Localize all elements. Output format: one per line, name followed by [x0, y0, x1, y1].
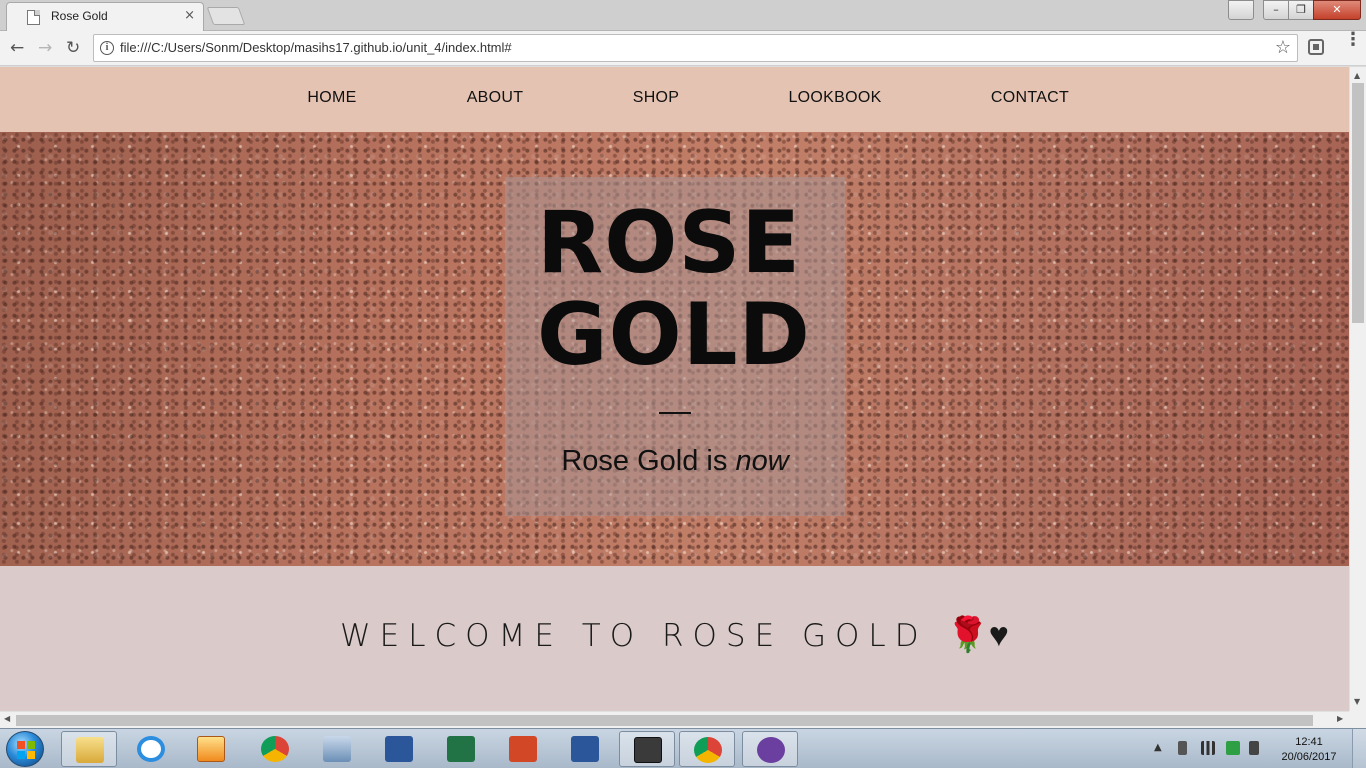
new-tab-button[interactable] — [206, 7, 246, 25]
hero-tagline-emphasis: now — [735, 445, 789, 477]
taskbar: ▲ 12:41 20/06/2017 — [0, 728, 1366, 768]
taskbar-word-2[interactable] — [557, 731, 613, 767]
taskbar-powerpoint[interactable] — [495, 731, 551, 767]
taskbar-file-explorer[interactable] — [61, 731, 117, 767]
nav-shop-link[interactable]: SHOP — [633, 89, 680, 107]
show-desktop-button[interactable] — [1352, 729, 1366, 768]
extension-icon[interactable] — [1308, 39, 1324, 55]
reload-icon[interactable]: ↻ — [66, 38, 80, 58]
show-hidden-icons-icon[interactable]: ▲ — [1154, 742, 1162, 753]
url-text[interactable]: file:///C:/Users/Sonm/Desktop/masihs17.g… — [120, 40, 512, 55]
hero-tagline-main: Rose Gold is — [561, 445, 736, 477]
excel-icon — [447, 736, 475, 762]
file-explorer-icon — [76, 737, 104, 763]
word-icon — [385, 736, 413, 762]
site-navigation: HOME ABOUT SHOP LOOKBOOK CONTACT — [0, 67, 1349, 132]
close-tab-icon[interactable]: × — [184, 8, 195, 23]
back-arrow-icon[interactable]: ← — [10, 38, 24, 58]
system-clock[interactable]: 12:41 20/06/2017 — [1276, 735, 1342, 765]
hero-card: ROSE GOLD Rose Gold is now — [505, 177, 845, 516]
tab-title: Rose Gold — [51, 9, 108, 23]
powerpoint-icon — [509, 736, 537, 762]
tab-rose-gold[interactable]: Rose Gold × — [6, 2, 204, 31]
minimize-button[interactable]: – — [1263, 0, 1289, 20]
battery-icon[interactable] — [1178, 741, 1187, 755]
vertical-scrollbar[interactable]: ▲ ▼ — [1349, 67, 1366, 711]
welcome-heading: WELCOME TO ROSE GOLD 🌹♥ — [0, 615, 1349, 655]
media-player-icon — [197, 736, 225, 762]
scroll-down-icon[interactable]: ▼ — [1354, 697, 1360, 706]
taskbar-sublime-text[interactable] — [619, 731, 675, 767]
taskbar-network-app[interactable] — [309, 731, 365, 767]
hero-title-line-2: GOLD — [537, 285, 811, 385]
chrome-icon — [261, 736, 289, 762]
maximize-button[interactable]: ❐ — [1288, 0, 1314, 20]
info-icon[interactable]: i — [100, 41, 114, 55]
taskbar-excel[interactable] — [433, 731, 489, 767]
menu-icon[interactable]: ⋮ — [1344, 31, 1362, 49]
bookmark-star-icon[interactable]: ☆ — [1275, 37, 1291, 58]
internet-explorer-icon — [137, 736, 165, 762]
user-icon[interactable] — [1228, 0, 1254, 20]
nav-home-link[interactable]: HOME — [307, 89, 356, 107]
word-icon — [571, 736, 599, 762]
network-icon — [323, 736, 351, 762]
page-viewport: HOME ABOUT SHOP LOOKBOOK CONTACT ROSE GO… — [0, 67, 1349, 711]
taskbar-word[interactable] — [371, 731, 427, 767]
chrome-icon — [694, 737, 722, 763]
taskbar-internet-explorer[interactable] — [123, 731, 179, 767]
start-button[interactable] — [6, 731, 44, 767]
rose-heart-icon: 🌹♥ — [946, 615, 1009, 655]
clock-time: 12:41 — [1295, 736, 1323, 748]
nav-contact-link[interactable]: CONTACT — [991, 89, 1069, 107]
taskbar-media-player[interactable] — [183, 731, 239, 767]
sublime-text-icon — [634, 737, 662, 763]
scrollbar-corner — [1349, 711, 1366, 728]
hero-divider — [659, 412, 691, 414]
hero-title: ROSE GOLD — [537, 197, 837, 381]
address-bar[interactable]: i file:///C:/Users/Sonm/Desktop/masihs17… — [93, 34, 1298, 62]
volume-icon[interactable] — [1249, 741, 1259, 755]
nav-lookbook-link[interactable]: LOOKBOOK — [788, 89, 881, 107]
taskbar-chrome[interactable] — [247, 731, 303, 767]
tab-strip: Rose Gold × – ❐ ✕ — [0, 0, 1366, 31]
scroll-up-icon[interactable]: ▲ — [1354, 71, 1360, 80]
hero-tagline: Rose Gold is now — [505, 445, 845, 478]
forward-arrow-icon[interactable]: → — [38, 38, 52, 58]
horizontal-scroll-thumb[interactable] — [16, 715, 1313, 726]
page-icon — [27, 10, 40, 25]
notification-icon[interactable] — [1226, 741, 1240, 755]
cat-app-icon — [757, 737, 785, 763]
signal-icon[interactable] — [1201, 741, 1215, 755]
browser-toolbar: ← → ↻ i file:///C:/Users/Sonm/Desktop/ma… — [0, 31, 1366, 66]
hero-banner: ROSE GOLD Rose Gold is now — [0, 132, 1349, 566]
taskbar-chrome-2[interactable] — [679, 731, 735, 767]
horizontal-scrollbar[interactable]: ◀ ▶ — [0, 711, 1349, 728]
taskbar-cat-app[interactable] — [742, 731, 798, 767]
hero-title-line-1: ROSE — [537, 193, 802, 293]
scroll-right-icon[interactable]: ▶ — [1337, 714, 1343, 723]
clock-date: 20/06/2017 — [1281, 751, 1337, 763]
close-window-button[interactable]: ✕ — [1313, 0, 1361, 20]
vertical-scroll-thumb[interactable] — [1352, 83, 1364, 323]
nav-about-link[interactable]: ABOUT — [467, 89, 524, 107]
scroll-left-icon[interactable]: ◀ — [4, 714, 10, 723]
welcome-text: WELCOME TO ROSE GOLD — [340, 618, 947, 654]
windows-logo-icon — [17, 741, 35, 759]
